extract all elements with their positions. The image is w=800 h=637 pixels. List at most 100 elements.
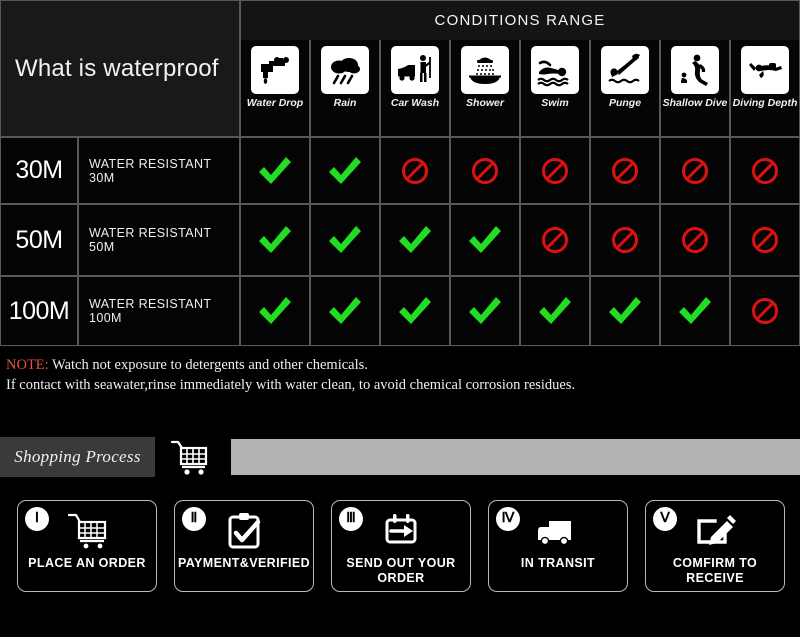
condition-label: Water Drop xyxy=(246,97,304,109)
condition-label: Swim xyxy=(541,97,569,109)
depth-value: 100M xyxy=(8,296,70,325)
shower-icon xyxy=(461,46,509,94)
mark-cell xyxy=(730,137,800,204)
check-icon xyxy=(539,297,571,324)
depth-cell: 30M xyxy=(0,137,78,204)
mark-cell xyxy=(240,276,310,346)
page-title: What is waterproof xyxy=(0,0,240,137)
page-title-text: What is waterproof xyxy=(15,54,219,82)
depth-cell: 50M xyxy=(0,204,78,276)
shopping-cart-icon xyxy=(163,433,219,481)
description-cell: WATER RESISTANT 30M xyxy=(78,137,240,204)
condition-column-diving-depth: Diving Depth xyxy=(730,40,800,137)
mark-cell xyxy=(450,137,520,204)
clipboard-check-icon xyxy=(220,508,268,554)
note-line-1-text: Watch not exposure to detergents and oth… xyxy=(48,357,368,373)
condition-column-punge: Punge xyxy=(590,40,660,137)
check-icon xyxy=(329,297,361,324)
mark-cell xyxy=(450,276,520,346)
note-keyword: NOTE: xyxy=(6,357,49,373)
mark-cell xyxy=(380,137,450,204)
check-icon xyxy=(399,297,431,324)
step-place-an-order[interactable]: Ⅰ PLACE AN ORDER xyxy=(17,500,157,592)
faucet-drop-icon xyxy=(251,46,299,94)
check-icon xyxy=(679,297,711,324)
mark-cell xyxy=(660,204,730,276)
shopping-cart-icon xyxy=(59,508,115,554)
mark-cell xyxy=(660,137,730,204)
step-numeral: Ⅱ xyxy=(182,507,206,531)
scuba-diver-icon xyxy=(741,46,789,94)
mark-cell xyxy=(310,137,380,204)
mark-cell xyxy=(590,204,660,276)
mark-cell xyxy=(380,204,450,276)
mark-cell xyxy=(660,276,730,346)
depth-value: 50M xyxy=(15,225,63,254)
mark-cell xyxy=(450,204,520,276)
check-icon xyxy=(259,297,291,324)
check-icon xyxy=(259,226,291,253)
conditions-range-header: CONDITIONS RANGE xyxy=(240,0,800,40)
condition-column-shower: Shower xyxy=(450,40,520,137)
description-cell: WATER RESISTANT 50M xyxy=(78,204,240,276)
check-icon xyxy=(259,156,291,184)
condition-label: Rain xyxy=(333,97,357,109)
no-entry-icon xyxy=(612,227,638,253)
no-entry-icon xyxy=(472,157,498,184)
mark-cell xyxy=(380,276,450,346)
mark-cell xyxy=(240,137,310,204)
condition-column-swim: Swim xyxy=(520,40,590,137)
condition-label: Diving Depth xyxy=(732,97,798,109)
condition-column-water-drop: Water Drop xyxy=(240,40,310,137)
waterproof-table: What is waterproof CONDITIONS RANGE Wate… xyxy=(0,0,800,347)
mark-cell xyxy=(520,204,590,276)
shopping-process-label: Shopping Process xyxy=(0,437,155,477)
description-cell: WATER RESISTANT 100M xyxy=(78,276,240,346)
step-label: COMFIRM TO RECEIVE xyxy=(672,556,758,585)
note-line-1: NOTE: Watch not exposure to detergents a… xyxy=(6,355,794,375)
condition-label: Punge xyxy=(608,97,642,109)
no-entry-icon xyxy=(542,157,568,184)
shopping-process-banner: Shopping Process xyxy=(0,437,800,479)
mark-cell xyxy=(520,276,590,346)
condition-label: Shower xyxy=(466,97,504,109)
mark-cell xyxy=(590,137,660,204)
shopping-steps: Ⅰ PLACE AN ORDER Ⅱ PAYMENT&VERIFIED Ⅲ SE… xyxy=(0,500,800,605)
mark-cell xyxy=(240,204,310,276)
step-numeral: Ⅲ xyxy=(339,507,363,531)
step-send-out-your-order[interactable]: Ⅲ SEND OUT YOUR ORDER xyxy=(331,500,471,592)
step-numeral: Ⅴ xyxy=(653,507,677,531)
description-text: WATER RESISTANT 100M xyxy=(89,297,212,325)
no-entry-icon xyxy=(682,157,708,184)
depth-cell: 100M xyxy=(0,276,78,346)
check-icon xyxy=(329,156,361,184)
no-entry-icon xyxy=(542,227,568,253)
rain-cloud-icon xyxy=(321,46,369,94)
delivery-truck-icon xyxy=(531,508,585,554)
step-numeral: Ⅰ xyxy=(25,507,49,531)
waterproof-grid: What is waterproof CONDITIONS RANGE Wate… xyxy=(0,0,800,347)
step-label: IN TRANSIT xyxy=(520,556,596,570)
description-text: WATER RESISTANT 50M xyxy=(89,226,212,254)
mark-cell xyxy=(520,137,590,204)
condition-column-rain: Rain xyxy=(310,40,380,137)
mark-cell xyxy=(730,204,800,276)
no-entry-icon xyxy=(682,227,708,253)
no-entry-icon xyxy=(752,157,778,184)
step-numeral: Ⅳ xyxy=(496,507,520,531)
no-entry-icon xyxy=(752,227,778,253)
car-wash-icon xyxy=(391,46,439,94)
check-icon xyxy=(469,297,501,324)
no-entry-icon xyxy=(402,157,428,184)
step-label: PLACE AN ORDER xyxy=(28,556,146,570)
conditions-range-label: CONDITIONS RANGE xyxy=(434,12,606,29)
plunge-dive-icon xyxy=(601,46,649,94)
step-payment-verified[interactable]: Ⅱ PAYMENT&VERIFIED xyxy=(174,500,314,592)
mark-cell xyxy=(730,276,800,346)
progress-bar-fill xyxy=(231,439,800,475)
check-icon xyxy=(329,226,361,253)
shopping-process-label-text: Shopping Process xyxy=(14,447,141,466)
step-in-transit[interactable]: Ⅳ IN TRANSIT xyxy=(488,500,628,592)
note-block: NOTE: Watch not exposure to detergents a… xyxy=(0,347,800,437)
step-comfirm-to-receive[interactable]: Ⅴ COMFIRM TO RECEIVE xyxy=(645,500,785,592)
